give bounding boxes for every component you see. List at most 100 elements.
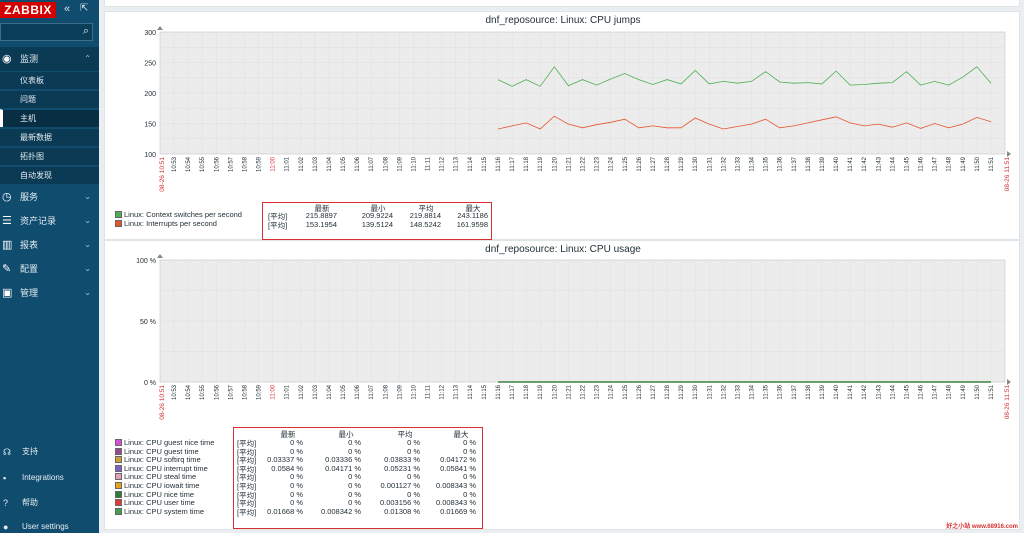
- x-tick-label: 11:04: [327, 384, 333, 399]
- legend-color-swatch: [115, 482, 122, 489]
- x-tick-label: 11:27: [651, 384, 657, 399]
- x-tick-label: 11:48: [947, 384, 953, 399]
- legend-item: Linux: Interrupts per second: [115, 219, 217, 228]
- x-tick-label: 11:32: [721, 156, 727, 171]
- x-tick-label: 11:30: [693, 156, 699, 171]
- x-tick-label: 11:51: [989, 384, 995, 399]
- x-tick-label: 11:38: [806, 384, 812, 399]
- x-tick-label: 11:43: [876, 156, 882, 171]
- x-tick-label: 11:51: [989, 156, 995, 171]
- help-label: 帮助: [22, 498, 38, 507]
- menu-reports[interactable]: ▥ 报表 ⌄: [0, 233, 99, 257]
- sidebar-search-input[interactable]: ⌕: [0, 23, 93, 41]
- x-tick-label: 11:06: [355, 156, 361, 171]
- x-tick-label: 11:14: [468, 156, 474, 171]
- legend-color-swatch: [115, 211, 122, 218]
- x-tick-label: 11:43: [876, 384, 882, 399]
- y-tick-label: 300: [144, 30, 156, 37]
- sidebar: ZABBIX « ⇱ ⌕ ◉ 监测 ⌃ 仪表板 问题 主机 最新数据 拓扑图 自…: [0, 0, 99, 533]
- submenu-latest-data[interactable]: 最新数据: [0, 128, 99, 146]
- x-tick-label: 11:00: [271, 384, 277, 399]
- search-icon[interactable]: ⌕: [83, 25, 89, 38]
- zabbix-logo[interactable]: ZABBIX: [0, 2, 56, 18]
- x-tick-label: 11:35: [764, 384, 770, 399]
- x-tick-label: 11:11: [426, 384, 432, 399]
- y-tick-label: 100 %: [136, 258, 156, 265]
- x-tick-label: 11:17: [510, 156, 516, 171]
- x-tick-label: 11:37: [792, 156, 798, 171]
- menu-configuration[interactable]: ✎ 配置 ⌄: [0, 257, 99, 281]
- x-tick-label: 11:26: [637, 384, 643, 399]
- graph-cpu-jumps: dnf_reposource: Linux: CPU jumps 300 250 20…: [104, 11, 1020, 240]
- x-tick-label: 11:30: [693, 384, 699, 399]
- graph-title: dnf_reposource: Linux: CPU jumps: [485, 15, 640, 26]
- x-tick-label: 11:49: [961, 156, 967, 171]
- x-axis-arrow: [1007, 151, 1011, 157]
- cpu-jumps-chart[interactable]: dnf_reposource: Linux: CPU jumps 300 250 20…: [105, 12, 1021, 241]
- support-link[interactable]: ☊ 支持: [0, 443, 99, 461]
- x-tick-label: 11:35: [764, 156, 770, 171]
- x-tick-label: 11:29: [679, 156, 685, 171]
- legend-color-swatch: [115, 439, 122, 446]
- chevron-down-icon: ⌄: [84, 264, 91, 273]
- submenu-problems[interactable]: 问题: [0, 90, 99, 108]
- graph-cpu-usage: dnf_reposource: Linux: CPU usage 100 % 50 …: [104, 240, 1020, 530]
- menu-administration[interactable]: ▣ 管理 ⌄: [0, 281, 99, 305]
- x-tick-label: 11:06: [355, 384, 361, 399]
- stats-value: 153.1954: [305, 220, 337, 229]
- legend-label: Linux: Interrupts per second: [124, 219, 217, 228]
- legend-color-swatch: [115, 220, 122, 227]
- stats-value: 161.9598: [456, 220, 488, 229]
- x-tick-label: 11:26: [637, 156, 643, 171]
- x-axis-end-label: 08-26 11:51: [1004, 385, 1011, 420]
- submenu-dashboard[interactable]: 仪表板: [0, 71, 99, 89]
- x-tick-label: 11:24: [609, 156, 615, 171]
- x-tick-label: 11:34: [750, 384, 756, 399]
- x-tick-label: 11:05: [341, 156, 347, 171]
- x-tick-label: 11:22: [581, 384, 587, 399]
- kiosk-mode-icon[interactable]: ⇱: [80, 3, 88, 14]
- x-tick-label: 11:36: [778, 384, 784, 399]
- clock-icon: ◷: [2, 191, 12, 203]
- y-tick-label: 0 %: [144, 380, 156, 387]
- x-tick-label: 11:45: [904, 384, 910, 399]
- legend-color-swatch: [115, 507, 122, 515]
- stats-function-tag: [平均]: [237, 507, 257, 517]
- menu-inventory-label: 资产记录: [20, 216, 57, 226]
- menu-services-label: 服务: [20, 192, 39, 202]
- stats-value: 0.01668 %: [267, 506, 303, 516]
- submenu-hosts[interactable]: 主机: [0, 109, 99, 127]
- integrations-link[interactable]: ▪ Integrations: [0, 469, 99, 487]
- x-tick-label: 11:09: [397, 384, 403, 399]
- x-tick-label: 10:53: [172, 384, 178, 400]
- menu-monitoring[interactable]: ◉ 监测 ⌃: [0, 47, 99, 71]
- x-axis-start-label: 08-26 10:51: [159, 157, 166, 192]
- submenu-discovery[interactable]: 自动发现: [0, 166, 99, 184]
- help-link[interactable]: ? 帮助: [0, 494, 99, 512]
- x-tick-label: 11:18: [524, 384, 530, 399]
- menu-services[interactable]: ◷ 服务 ⌄: [0, 185, 99, 209]
- x-tick-label: 11:12: [440, 384, 446, 399]
- x-tick-label: 10:56: [214, 156, 220, 172]
- x-tick-label: 11:44: [890, 156, 896, 171]
- x-tick-label: 11:39: [820, 384, 826, 399]
- help-icon: ?: [3, 498, 9, 508]
- x-tick-label: 11:47: [933, 156, 939, 171]
- collapse-sidebar-icon[interactable]: «: [64, 3, 70, 15]
- submenu-maps[interactable]: 拓扑图: [0, 147, 99, 165]
- menu-inventory[interactable]: ☰ 资产记录 ⌄: [0, 209, 99, 233]
- legend-item: Linux: CPU system time: [115, 507, 204, 516]
- eye-icon: ◉: [2, 53, 12, 65]
- user-settings-link[interactable]: ● User settings: [0, 518, 99, 533]
- x-tick-label: 11:19: [538, 156, 544, 171]
- x-tick-label: 11:03: [313, 384, 319, 399]
- x-tick-label: 10:59: [257, 384, 263, 400]
- legend-color-swatch: [115, 499, 122, 507]
- support-label: 支持: [22, 447, 38, 456]
- chevron-down-icon: ⌄: [84, 192, 91, 201]
- x-tick-label: 10:55: [200, 384, 206, 400]
- main-content: dnf_reposource: Linux: CPU jumps 300 250 20…: [99, 0, 1024, 533]
- x-tick-label: 11:31: [707, 384, 713, 399]
- stats-value: 0.01669 %: [440, 506, 476, 516]
- x-tick-label: 11:27: [651, 156, 657, 171]
